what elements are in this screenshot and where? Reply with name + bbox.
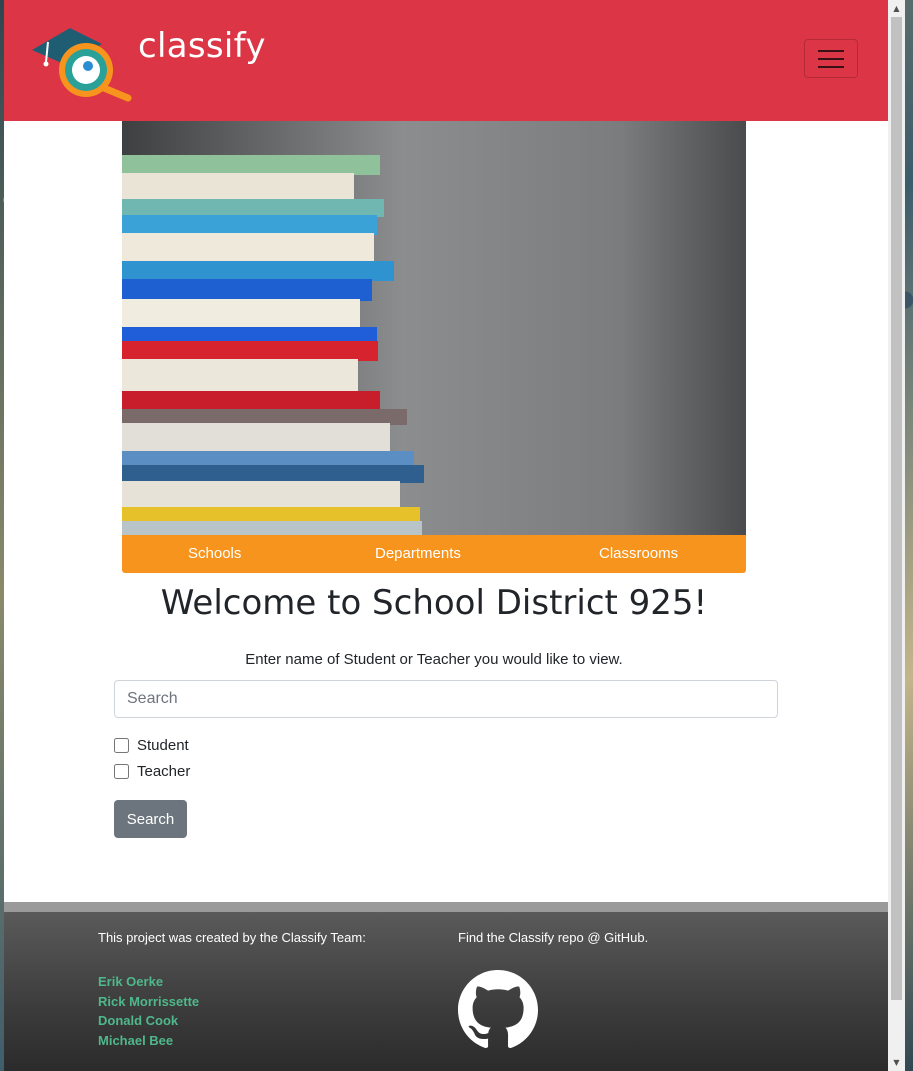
footer-divider — [4, 902, 888, 912]
page-title: Welcome to School District 925! — [160, 583, 708, 623]
menu-toggle-button[interactable] — [804, 39, 858, 78]
team-list: Erik Oerke Rick Morrissette Donald Cook … — [98, 972, 199, 1050]
search-button[interactable]: Search — [114, 800, 187, 838]
hero-image — [122, 121, 746, 535]
hamburger-icon — [818, 49, 844, 52]
teacher-checkbox[interactable] — [114, 764, 129, 779]
footer-credit: This project was created by the Classify… — [98, 930, 366, 945]
team-member-link[interactable]: Michael Bee — [98, 1031, 199, 1051]
section-nav: Schools Departments Classrooms — [122, 535, 746, 573]
teacher-label: Teacher — [137, 763, 191, 780]
brand-name[interactable]: classify — [138, 26, 266, 66]
student-label: Student — [137, 737, 189, 754]
hamburger-icon-bar — [818, 65, 844, 68]
github-icon[interactable] — [458, 970, 538, 1050]
team-member-link[interactable]: Rick Morrissette — [98, 992, 199, 1012]
scroll-thumb[interactable] — [891, 17, 902, 1000]
footer: This project was created by the Classify… — [4, 912, 888, 1071]
stacked-books-photo — [122, 121, 746, 535]
team-member-link[interactable]: Donald Cook — [98, 1011, 199, 1031]
filter-student[interactable]: Student — [114, 737, 189, 754]
nav-link-classrooms[interactable]: Classrooms — [599, 545, 678, 562]
scroll-down-arrow-icon[interactable]: ▼ — [888, 1054, 905, 1071]
scroll-up-arrow-icon[interactable]: ▲ — [888, 0, 905, 17]
search-input[interactable] — [114, 680, 778, 718]
student-checkbox[interactable] — [114, 738, 129, 753]
navbar: classify — [4, 0, 888, 121]
page-scrollbar[interactable]: ▲ ▼ — [888, 0, 905, 1071]
footer-repo-text: Find the Classify repo @ GitHub. — [458, 930, 649, 945]
graduation-cap-magnifier-icon[interactable] — [30, 18, 136, 102]
search-instructions: Enter name of Student or Teacher you wou… — [245, 651, 623, 668]
filter-teacher[interactable]: Teacher — [114, 763, 190, 780]
nav-link-schools[interactable]: Schools — [188, 545, 241, 562]
team-member-link[interactable]: Erik Oerke — [98, 972, 199, 992]
browser-page: classify Schools Departments Classrooms … — [4, 0, 888, 1071]
nav-link-departments[interactable]: Departments — [375, 545, 461, 562]
hamburger-icon-bar — [818, 57, 844, 60]
